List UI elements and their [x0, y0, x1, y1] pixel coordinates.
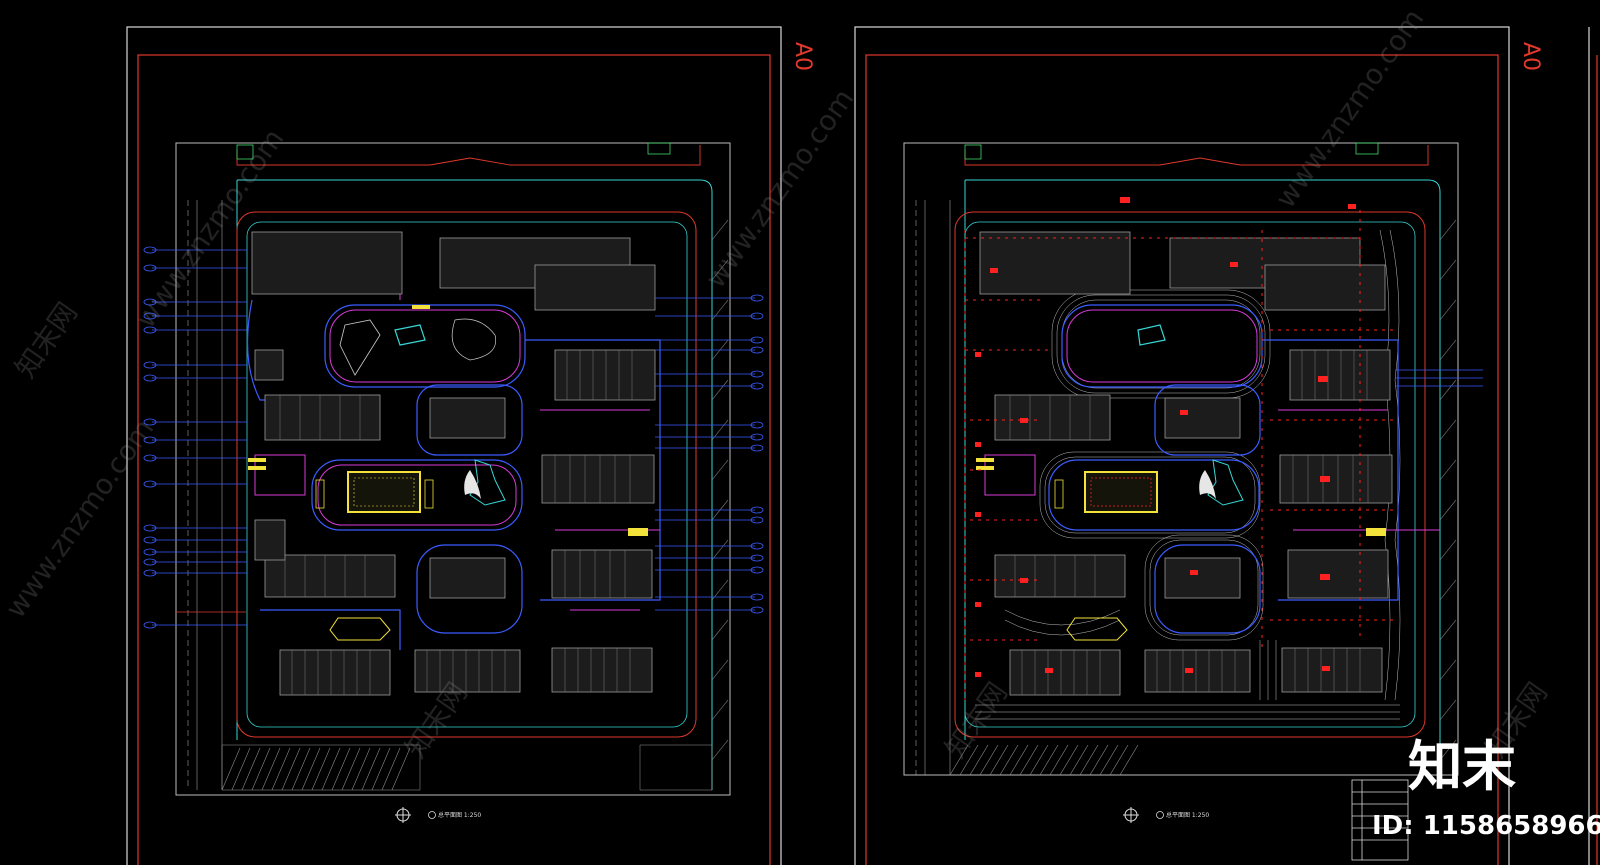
plan-scale-note: 总平面图 1:250 [438, 811, 481, 819]
brand-logo: 知末 [1408, 735, 1516, 798]
sheet-size-label: A0 [790, 42, 815, 71]
plan-scale-note: 总平面图 1:250 [1166, 811, 1209, 819]
cad-drawing-canvas[interactable]: A0 总平面图 1:250 A0 总平面图 1:250 www.znzmo.co… [0, 0, 1600, 865]
sheet-size-label: A0 [1518, 42, 1543, 71]
asset-id-label: ID: 1158658966 [1372, 811, 1600, 841]
